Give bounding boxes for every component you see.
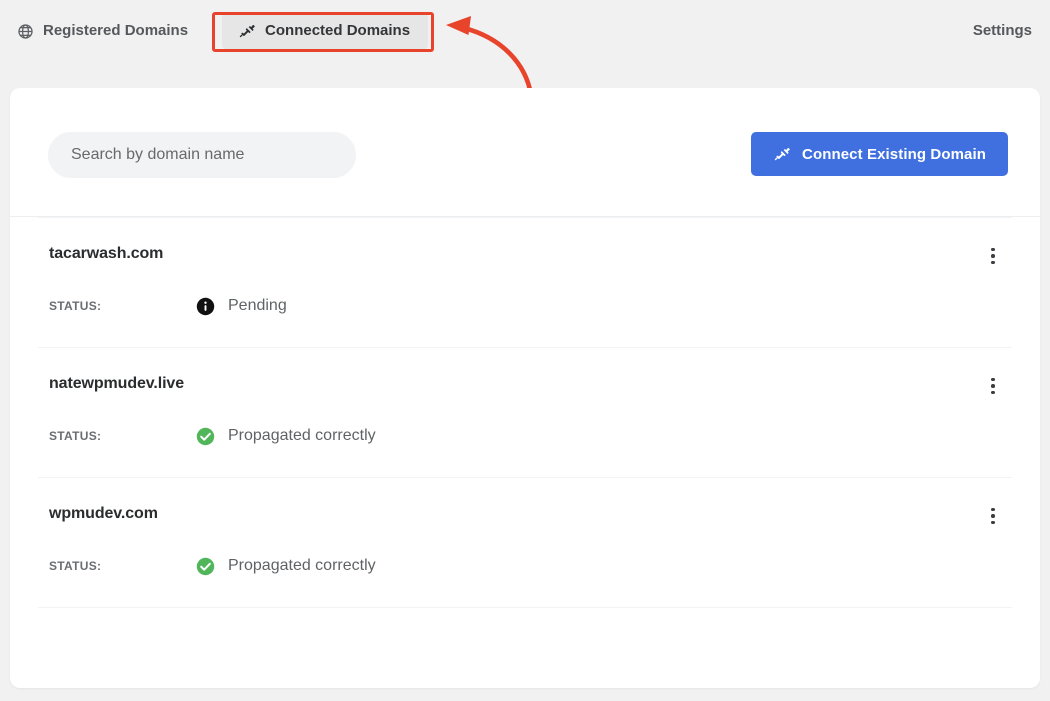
card-toolbar: Connect Existing Domain [10, 88, 1040, 217]
kebab-dot [991, 384, 995, 388]
domain-list: tacarwash.com STATUS: Pending natewpmude… [10, 217, 1040, 608]
plug-icon [238, 22, 256, 40]
status-line: STATUS: Propagated correctly [49, 554, 376, 578]
table-row[interactable]: wpmudev.com STATUS: Propagated correctly [38, 477, 1012, 607]
status-text: Propagated correctly [228, 427, 376, 444]
kebab-dot [991, 390, 995, 395]
status-line: STATUS: Pending [49, 294, 287, 318]
tab-connected-domains-label: Connected Domains [265, 22, 411, 39]
kebab-dot [991, 514, 995, 518]
search-input[interactable] [48, 132, 356, 178]
kebab-dot [991, 507, 995, 512]
status-text: Propagated correctly [228, 557, 376, 574]
status-text: Pending [228, 297, 287, 314]
tab-registered-domains[interactable]: Registered Domains [14, 13, 204, 49]
row-more-options-button[interactable] [980, 373, 1006, 399]
connect-existing-domain-button[interactable]: Connect Existing Domain [751, 132, 1008, 176]
settings-link[interactable]: Settings [973, 21, 1032, 41]
kebab-dot [991, 247, 995, 252]
domain-name: natewpmudev.live [49, 375, 185, 392]
connected-domains-card: Connect Existing Domain tacarwash.com ST… [10, 88, 1040, 688]
top-navigation-bar: Registered Domains Connected Domains Set… [0, 0, 1050, 98]
table-row[interactable]: natewpmudev.live STATUS: Propagated corr… [38, 347, 1012, 477]
info-icon [196, 297, 215, 316]
check-circle-icon [196, 557, 215, 576]
status-label: STATUS: [49, 429, 102, 443]
kebab-dot [991, 377, 995, 382]
tab-connected-domains[interactable]: Connected Domains [222, 13, 429, 49]
kebab-dot [991, 254, 995, 258]
status-label: STATUS: [49, 299, 102, 313]
kebab-dot [991, 260, 995, 265]
tab-registered-domains-label: Registered Domains [43, 22, 189, 39]
tab-group: Registered Domains Connected Domains [14, 13, 429, 49]
domain-name: wpmudev.com [49, 505, 158, 522]
check-circle-icon [196, 427, 215, 446]
list-bottom-divider [38, 607, 1012, 608]
connect-existing-domain-label: Connect Existing Domain [802, 145, 986, 163]
plug-icon [773, 145, 791, 163]
domain-name: tacarwash.com [49, 245, 164, 262]
status-line: STATUS: Propagated correctly [49, 424, 376, 448]
table-row[interactable]: tacarwash.com STATUS: Pending [38, 217, 1012, 347]
row-more-options-button[interactable] [980, 503, 1006, 529]
globe-icon [16, 22, 34, 40]
kebab-dot [991, 520, 995, 525]
row-more-options-button[interactable] [980, 243, 1006, 269]
status-label: STATUS: [49, 559, 102, 573]
